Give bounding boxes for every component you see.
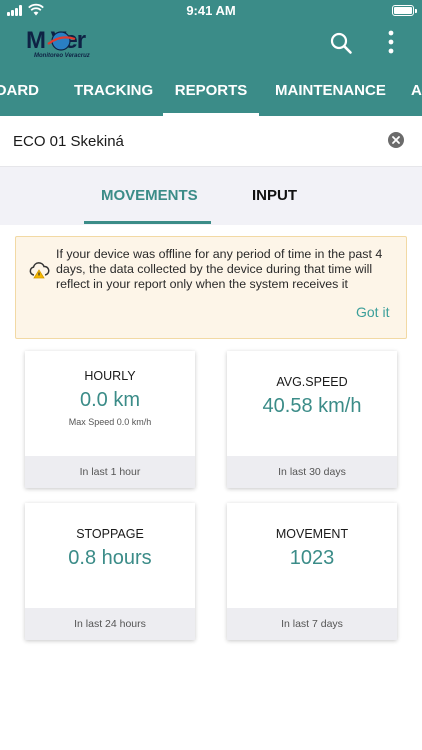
card-value: 1023 <box>289 547 335 569</box>
close-icon <box>392 136 400 144</box>
nav-tabs: BOARD TRACKING REPORTS MAINTENANCE A <box>0 68 422 116</box>
card-value: 0.8 hours <box>68 547 152 569</box>
got-it-button[interactable]: Got it <box>356 304 389 320</box>
tab-overflow[interactable]: A <box>411 68 422 116</box>
card-label: MOVEMENT <box>275 527 349 541</box>
card-avg-speed[interactable]: AVG.SPEED 40.58 km/h In last 30 days <box>227 351 397 488</box>
card-footer: In last 30 days <box>227 456 397 488</box>
app-header: 9:41 AM M Ver Monitoreo Veracruz BOARD T… <box>0 0 422 116</box>
card-value: 0.0 km <box>79 389 141 411</box>
card-movement[interactable]: MOVEMENT 1023 In last 7 days <box>227 503 397 640</box>
offline-notice: If your device was offline for any perio… <box>15 236 407 339</box>
tab-reports[interactable]: REPORTS <box>163 68 259 116</box>
tab-tracking[interactable]: TRACKING <box>74 68 153 116</box>
search-icon[interactable] <box>329 31 353 55</box>
card-label: STOPPAGE <box>76 527 144 541</box>
card-hourly[interactable]: HOURLY 0.0 km Max Speed 0.0 km/h In last… <box>25 351 195 488</box>
report-subtabs: MOVEMENTS INPUT <box>0 167 422 225</box>
status-time: 9:41 AM <box>186 3 236 18</box>
cloud-warning-icon <box>29 262 50 279</box>
card-sub: Max Speed 0.0 km/h <box>68 417 152 427</box>
card-label: AVG.SPEED <box>276 375 348 389</box>
subtab-input[interactable]: INPUT <box>252 187 297 204</box>
card-label: HOURLY <box>84 369 136 383</box>
subtab-movements[interactable]: MOVEMENTS <box>101 187 198 204</box>
battery-icon <box>392 5 417 16</box>
clear-device-button[interactable] <box>388 132 404 148</box>
card-footer: In last 24 hours <box>25 608 195 640</box>
tab-maintenance[interactable]: MAINTENANCE <box>275 68 386 116</box>
card-footer: In last 7 days <box>227 608 397 640</box>
subtab-active-indicator <box>84 221 211 224</box>
device-selector[interactable]: ECO 01 Skekiná <box>0 116 422 167</box>
device-name: ECO 01 Skekiná <box>13 133 124 150</box>
notice-text: If your device was offline for any perio… <box>56 247 383 291</box>
logo-subtitle: Monitoreo Veracruz <box>34 53 90 59</box>
card-value: 40.58 km/h <box>262 395 362 417</box>
more-vertical-icon[interactable] <box>380 29 402 55</box>
logo-globe-icon <box>47 31 76 51</box>
status-bar: 9:41 AM <box>0 0 422 22</box>
card-footer: In last 1 hour <box>25 456 195 488</box>
tab-board[interactable]: BOARD <box>0 68 39 116</box>
app-root: 9:41 AM M Ver Monitoreo Veracruz BOARD T… <box>0 0 422 750</box>
card-stoppage[interactable]: STOPPAGE 0.8 hours In last 24 hours <box>25 503 195 640</box>
app-logo: M Ver Monitoreo Veracruz <box>22 26 114 62</box>
